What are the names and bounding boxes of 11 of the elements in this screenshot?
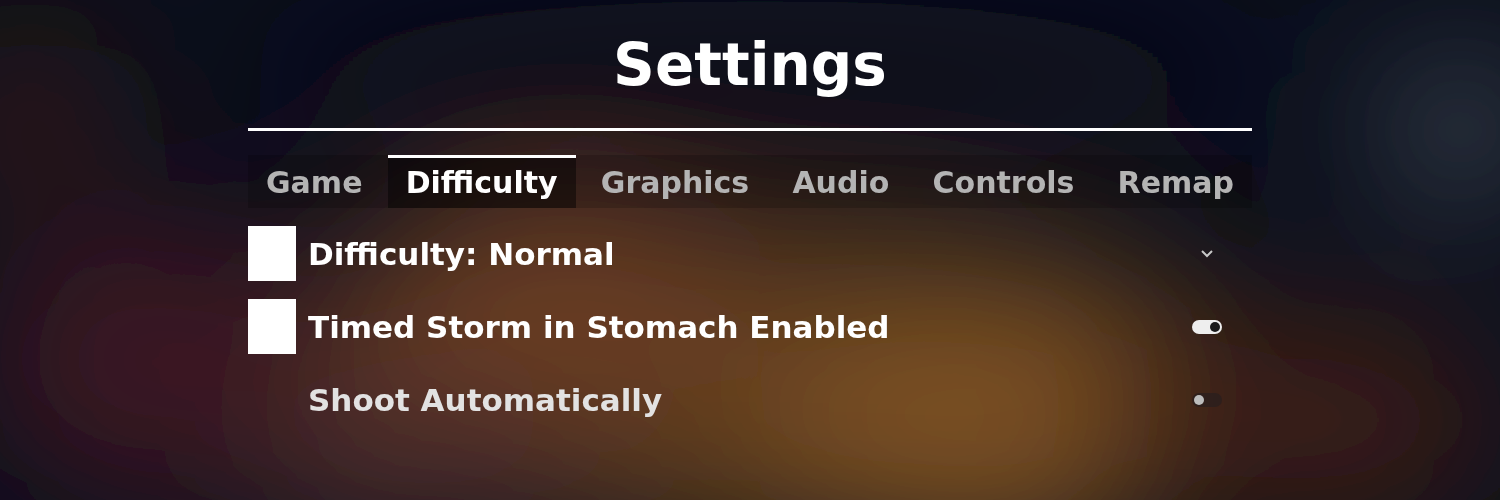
tab[interactable]: Graphics	[582, 155, 768, 208]
tab[interactable]: Difficulty	[387, 155, 576, 208]
setting-label: Difficulty: Normal	[308, 235, 616, 272]
page-title: Settings	[612, 30, 888, 100]
tab[interactable]: Game	[248, 155, 381, 208]
tab[interactable]: Remap	[1099, 155, 1252, 208]
setting-label: Timed Storm in Stomach Enabled	[308, 308, 891, 345]
setting-label: Shoot Automatically	[308, 381, 664, 418]
tab[interactable]: Controls	[914, 155, 1093, 208]
tab[interactable]: Audio	[774, 155, 908, 208]
chevron-down-icon[interactable]	[1201, 249, 1213, 258]
